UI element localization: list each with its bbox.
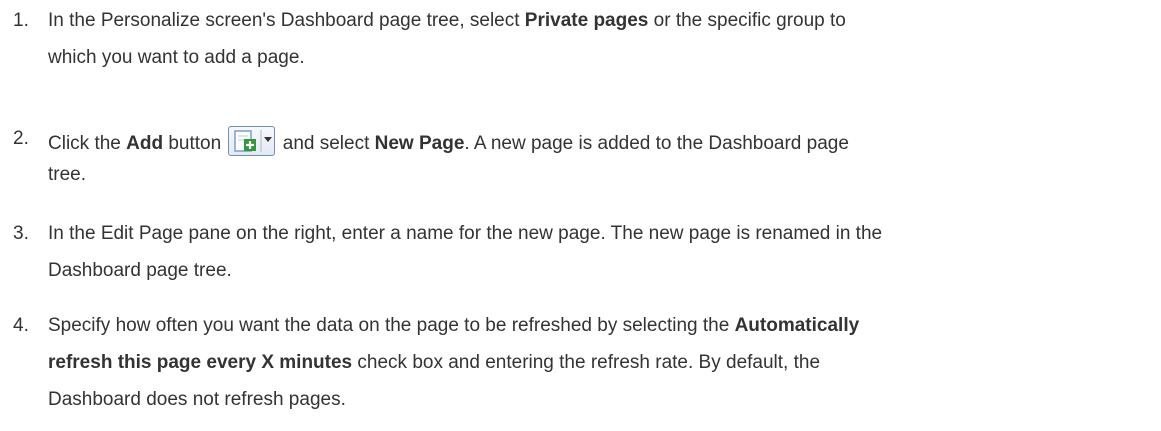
text: button xyxy=(163,133,227,154)
step-text-line: which you want to add a page. xyxy=(48,47,305,68)
bold-text: Private pages xyxy=(524,10,649,31)
text: or the specific group to xyxy=(648,10,846,31)
instruction-steps: 1. In the Personalize screen's Dashboard… xyxy=(0,0,1161,431)
bold-text: Automatically xyxy=(734,315,860,336)
step-text-line: Click the Add button and select New Page… xyxy=(48,126,849,156)
step-number: 3. xyxy=(13,223,29,244)
step-text-line: tree. xyxy=(48,164,87,185)
text: and select xyxy=(277,133,375,154)
text: In the Personalize screen's Dashboard pa… xyxy=(48,10,525,31)
step-number: 4. xyxy=(13,315,29,336)
step-number: 2. xyxy=(13,128,29,149)
step-number: 1. xyxy=(13,10,29,31)
text: Click the xyxy=(48,133,127,154)
text: . A new page is added to the Dashboard p… xyxy=(464,133,849,154)
bold-text: refresh this page every X minutes xyxy=(48,352,353,373)
step-text-line: Dashboard does not refresh pages. xyxy=(48,389,346,410)
bold-text: New Page xyxy=(374,133,465,154)
step-text-line: refresh this page every X minutes check … xyxy=(48,352,820,374)
step-text-line: In the Personalize screen's Dashboard pa… xyxy=(48,10,846,32)
step-text-line: In the Edit Page pane on the right, ente… xyxy=(48,223,883,244)
add-page-dropdown-icon xyxy=(228,126,276,156)
step-text-line: Specify how often you want the data on t… xyxy=(48,315,859,337)
text: check box and entering the refresh rate.… xyxy=(352,352,821,373)
text: Specify how often you want the data on t… xyxy=(48,315,735,336)
step-text-line: Dashboard page tree. xyxy=(48,260,232,281)
bold-text: Add xyxy=(126,133,164,154)
